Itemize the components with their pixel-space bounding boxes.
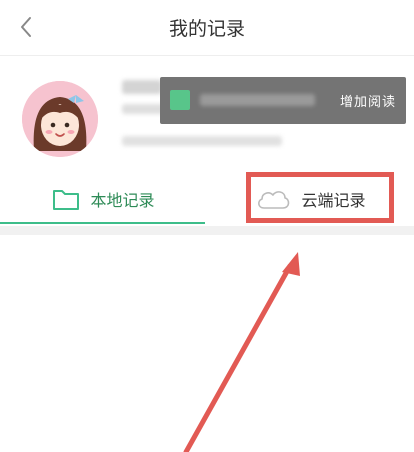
toast-text: 增加阅读 [339, 95, 396, 110]
tab-label: 本地记录 [90, 191, 155, 210]
tab-cloud-records[interactable]: 云端记录 [207, 172, 414, 226]
toast-notification: 增加阅读 [160, 77, 406, 124]
app-icon [170, 90, 190, 110]
record-tabs: 本地记录 云端记录 [0, 172, 414, 226]
avatar[interactable] [22, 81, 98, 157]
top-bar: 我的记录 [0, 0, 414, 55]
blurred-toast-text [200, 94, 315, 106]
blurred-username [122, 80, 162, 94]
page-title: 我的记录 [168, 18, 245, 40]
cartoon-girl-avatar-icon [22, 81, 98, 157]
profile-section: 增加阅读 [0, 56, 414, 166]
tab-local-records[interactable]: 本地记录 [0, 172, 207, 226]
blurred-info-line [122, 136, 282, 146]
active-tab-indicator [0, 222, 205, 224]
folder-icon [53, 190, 80, 210]
tab-label: 云端记录 [301, 191, 366, 210]
cloud-icon [258, 191, 290, 209]
section-divider [0, 226, 414, 235]
